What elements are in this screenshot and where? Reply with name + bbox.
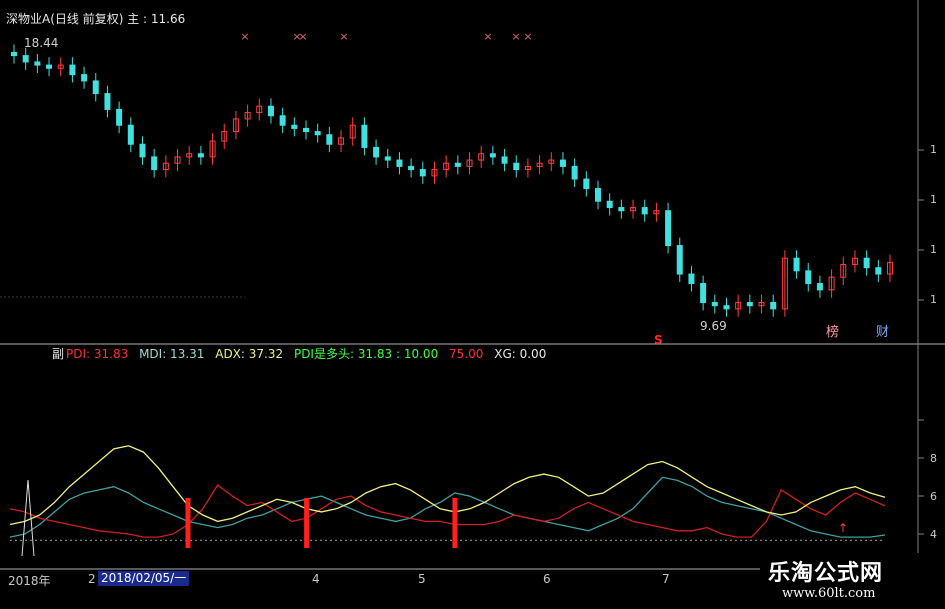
high-price-label: 18.44 bbox=[24, 36, 59, 50]
candle-body bbox=[571, 165, 578, 180]
price-axis-tick: 1 bbox=[930, 193, 937, 206]
candle-body bbox=[501, 156, 508, 164]
candle-body bbox=[559, 159, 566, 167]
candle-body bbox=[723, 305, 730, 310]
xg-signal-bar bbox=[304, 498, 310, 548]
candle-body bbox=[746, 302, 753, 307]
candle-body bbox=[618, 207, 625, 212]
xg-signal-bar bbox=[185, 498, 191, 548]
candle-body bbox=[513, 162, 520, 171]
buy-arrow-marker: ↑ bbox=[838, 521, 848, 535]
sell-signal-marker[interactable]: S bbox=[654, 333, 663, 347]
candle-body bbox=[291, 124, 298, 129]
event-marker: × bbox=[511, 30, 520, 43]
price-axis-tick: 1 bbox=[930, 243, 937, 256]
candle-body bbox=[711, 302, 718, 307]
stock-chart-canvas[interactable]: × ×× × × × × ↑ bbox=[0, 0, 945, 609]
stock-title: 深物业A(日线 前复权) bbox=[6, 12, 124, 26]
candle-body bbox=[700, 283, 707, 304]
candle-body bbox=[11, 51, 17, 57]
candle-body bbox=[361, 124, 368, 148]
top-markers: × ×× × × × × bbox=[240, 30, 532, 43]
candle-body bbox=[770, 302, 777, 310]
candle-body bbox=[81, 74, 88, 82]
timeline-month: 7 bbox=[662, 572, 670, 586]
event-marker: × bbox=[298, 30, 307, 43]
event-marker: × bbox=[240, 30, 249, 43]
event-marker: × bbox=[483, 30, 492, 43]
candle-body bbox=[665, 210, 672, 247]
watermark-name: 乐淘公式网 bbox=[768, 561, 884, 586]
adx-readout: ADX: 37.32 bbox=[215, 347, 284, 361]
indicator-axis-tick: 6 bbox=[930, 490, 937, 503]
chart-title: 深物业A(日线 前复权) 主 : 11.66 bbox=[6, 12, 185, 26]
candle-body bbox=[314, 131, 321, 136]
candle-body bbox=[396, 159, 403, 167]
timeline-year: 2018年 bbox=[8, 574, 51, 588]
mdi-readout: MDI: 13.31 bbox=[139, 347, 205, 361]
candle-body bbox=[326, 134, 333, 145]
indicator-readout: PDI: 31.83 MDI: 13.31 ADX: 37.32 PDI是多头:… bbox=[66, 347, 553, 361]
candle-body bbox=[805, 270, 812, 285]
chart-grid bbox=[0, 0, 945, 570]
candle-body bbox=[676, 245, 683, 275]
candle-body bbox=[127, 124, 134, 145]
candle-body bbox=[384, 156, 391, 161]
candle-body bbox=[139, 143, 146, 158]
candle-body bbox=[489, 153, 496, 158]
candle-body bbox=[92, 80, 99, 95]
last-price: 11.66 bbox=[150, 12, 186, 26]
price-candles[interactable] bbox=[11, 44, 893, 317]
indicator-axis-tick: 4 bbox=[930, 528, 937, 541]
candle-body bbox=[595, 188, 601, 202]
pdi-line bbox=[9, 484, 886, 538]
xg-signal-bar bbox=[452, 498, 458, 548]
candle-body bbox=[151, 156, 158, 171]
candle-body bbox=[816, 283, 823, 291]
candle-body bbox=[606, 200, 613, 209]
candle-body bbox=[303, 127, 309, 133]
candle-body bbox=[104, 93, 111, 110]
candle-body bbox=[583, 178, 590, 190]
cursor-date-box[interactable]: 2018/02/05/一 bbox=[98, 571, 190, 586]
candle-body bbox=[688, 273, 695, 285]
indicator-axis-tick: 8 bbox=[930, 452, 937, 465]
indicator-panel-label: 副 bbox=[52, 347, 65, 361]
adx-line bbox=[9, 445, 886, 526]
price-axis-tick: 1 bbox=[930, 143, 937, 156]
candle-body bbox=[197, 153, 204, 158]
timeline-month: 4 bbox=[312, 572, 320, 586]
low-price-label: 9.69 bbox=[700, 319, 727, 333]
candle-body bbox=[69, 64, 76, 76]
candle-body bbox=[641, 207, 648, 215]
candle-body bbox=[116, 108, 123, 126]
candle-body bbox=[863, 257, 870, 269]
candle-body bbox=[454, 162, 461, 167]
candle-body bbox=[22, 55, 29, 63]
indicator-panel[interactable]: ↑ bbox=[9, 445, 886, 557]
timeline-month: 2 bbox=[88, 572, 96, 586]
candle-body bbox=[793, 257, 800, 272]
timeline-month: 5 bbox=[418, 572, 426, 586]
candle-body bbox=[875, 267, 882, 275]
candle-body bbox=[419, 169, 426, 177]
candle-body bbox=[46, 64, 53, 69]
xg-readout: XG: 0.00 bbox=[494, 347, 547, 361]
price-axis-tick: 1 bbox=[930, 293, 937, 306]
event-marker: × bbox=[339, 30, 348, 43]
candle-body bbox=[279, 115, 286, 126]
candle-body bbox=[267, 105, 274, 117]
finance-badge[interactable]: 财 bbox=[876, 326, 889, 340]
price-prefix: 主 : bbox=[127, 12, 151, 26]
event-marker: × bbox=[523, 30, 532, 43]
level-readout: 75.00 bbox=[449, 347, 484, 361]
watermark-url: www.60lt.com bbox=[782, 586, 876, 601]
timeline-month: 6 bbox=[543, 572, 551, 586]
pdi-bull-readout: PDI是多头: 31.83 : 10.00 bbox=[293, 347, 439, 361]
ranking-badge[interactable]: 榜 bbox=[826, 326, 839, 340]
pdi-readout: PDI: 31.83 bbox=[66, 347, 129, 361]
candle-body bbox=[408, 165, 415, 171]
candle-body bbox=[34, 61, 41, 66]
candle-body bbox=[373, 146, 380, 158]
